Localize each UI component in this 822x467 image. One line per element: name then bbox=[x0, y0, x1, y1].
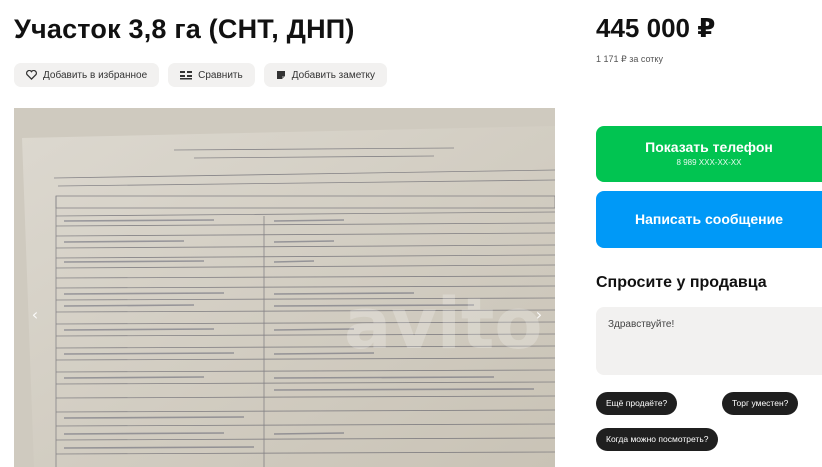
quick-question-chip[interactable]: Когда можно посмотреть? bbox=[596, 428, 719, 451]
chevron-left-icon[interactable]: ‹ bbox=[28, 307, 42, 323]
phone-masked: 8 989 XXX-XX-XX bbox=[676, 158, 742, 167]
document-photo: avito bbox=[14, 108, 555, 467]
add-note-button[interactable]: Добавить заметку bbox=[263, 63, 387, 87]
add-note-label: Добавить заметку bbox=[291, 69, 375, 81]
photo-gallery[interactable]: avito ‹ › bbox=[14, 108, 555, 467]
ask-seller-title: Спросите у продавца bbox=[596, 274, 767, 291]
write-message-button[interactable]: Написать сообщение bbox=[596, 191, 822, 248]
quick-question-chip[interactable]: Торг уместен? bbox=[722, 392, 799, 415]
add-to-favorites-label: Добавить в избранное bbox=[43, 69, 148, 81]
ask-seller-input[interactable]: Здравствуйте! bbox=[596, 307, 822, 375]
compare-button[interactable]: Сравнить bbox=[168, 63, 255, 87]
show-phone-button[interactable]: Показать телефон 8 989 XXX-XX-XX bbox=[596, 126, 822, 182]
compare-icon bbox=[180, 70, 193, 80]
quick-question-chip[interactable]: Ещё продаёте? bbox=[596, 392, 678, 415]
chevron-right-icon[interactable]: › bbox=[532, 307, 546, 323]
listing-title: Участок 3,8 га (СНТ, ДНП) bbox=[14, 14, 355, 44]
add-to-favorites-button[interactable]: Добавить в избранное bbox=[14, 63, 160, 87]
svg-text:avito: avito bbox=[344, 283, 542, 365]
heart-icon bbox=[26, 70, 37, 80]
note-icon bbox=[276, 70, 286, 80]
price-per-sotka: 1 171 ₽ за сотку bbox=[596, 54, 663, 64]
listing-price: 445 000 ₽ bbox=[596, 13, 716, 43]
compare-label: Сравнить bbox=[198, 69, 243, 81]
show-phone-label: Показать телефон bbox=[645, 139, 773, 155]
listing-actions: Добавить в избранное Сравнить Добавить з… bbox=[14, 63, 387, 87]
